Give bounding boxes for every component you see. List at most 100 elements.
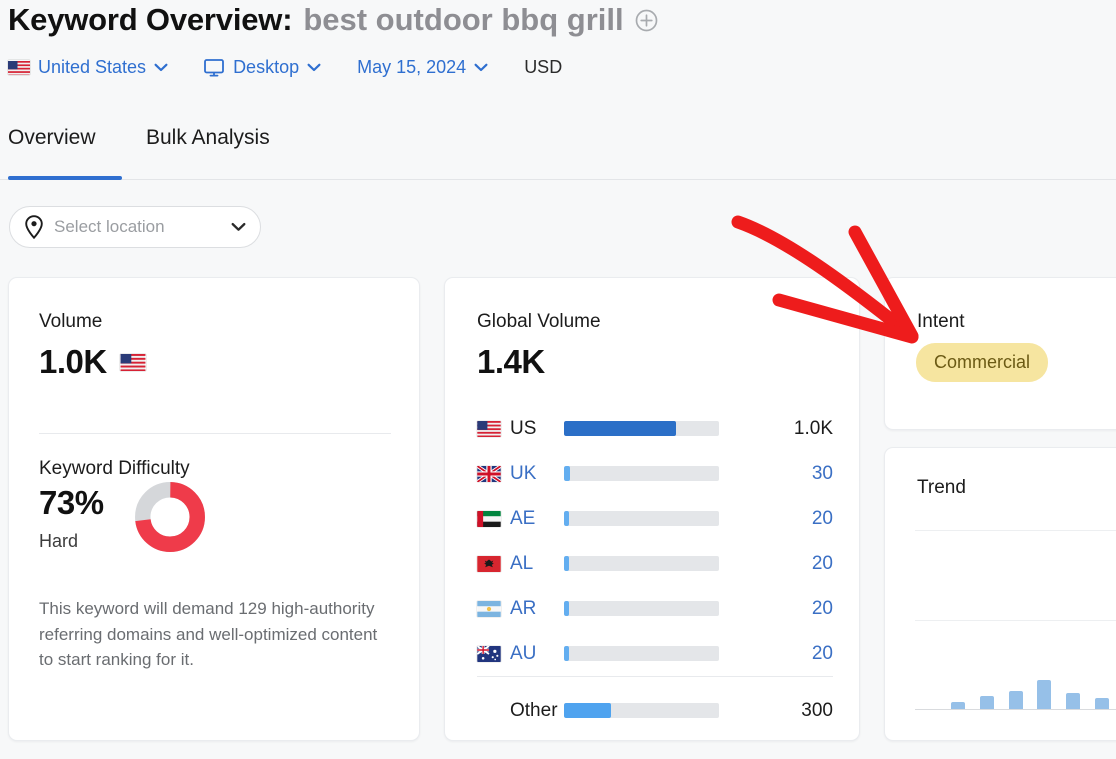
intent-card: Intent Commercial (884, 277, 1116, 430)
tab-bar: Overview Bulk Analysis (0, 126, 1116, 180)
chevron-down-icon (231, 222, 246, 232)
trend-bar-chart (915, 530, 1116, 710)
device-filter[interactable]: Desktop (204, 57, 321, 78)
tab-bulk-analysis[interactable]: Bulk Analysis (146, 126, 270, 168)
volume-value: 30 (811, 462, 833, 484)
keyword-difficulty-description: This keyword will demand 129 high-author… (39, 599, 378, 669)
global-volume-row[interactable]: AL 20 (477, 541, 833, 586)
country-code: AR (510, 597, 537, 619)
volume-value: 20 (811, 642, 833, 664)
volume-bar-track (564, 601, 719, 616)
volume-bar-fill (564, 703, 611, 718)
other-value: 300 (801, 699, 833, 721)
global-volume-other: Other 300 (477, 688, 833, 733)
currency-label: USD (524, 57, 562, 78)
volume-bar-track (564, 703, 719, 718)
trend-bar (1094, 698, 1109, 709)
volume-bar-fill (564, 421, 676, 436)
keyword-overview-page: Keyword Overview: best outdoor bbq grill (0, 0, 1116, 759)
country-filter-label: United States (38, 57, 147, 77)
intent-label: Intent (917, 311, 965, 332)
volume-bar-fill (564, 511, 569, 526)
page-title-prefix: Keyword Overview: (8, 2, 293, 37)
keyword-difficulty-value-block: 73% Hard (39, 486, 104, 552)
trend-bar (1066, 692, 1081, 709)
volume-bar-fill (564, 556, 569, 571)
country-code: AL (510, 552, 534, 574)
map-pin-icon (24, 215, 44, 239)
volume-bar-track (564, 556, 719, 571)
volume-value: 20 (811, 552, 833, 574)
us-flag-icon (8, 60, 30, 75)
global-volume-label: Global Volume (477, 311, 601, 332)
country-code: UK (510, 462, 537, 484)
volume-card-divider (39, 433, 391, 434)
volume-value: 20 (811, 597, 833, 619)
keyword-difficulty-value: 73% (39, 484, 104, 521)
page-title: Keyword Overview: best outdoor bbq grill (8, 2, 658, 38)
volume-value: 1.0K (793, 417, 833, 439)
chevron-down-icon (307, 63, 321, 72)
volume-label: Volume (39, 311, 103, 332)
trend-bar (1037, 680, 1052, 709)
global-volume-row[interactable]: AR 20 (477, 586, 833, 631)
global-volume-country-list: US 1.0K UK 30 AE 20 AL 20 AR 20 AU 20 (477, 406, 833, 676)
trend-bar (979, 696, 994, 709)
chevron-down-icon (154, 63, 168, 72)
global-volume-divider (477, 676, 833, 677)
global-volume-value: 1.4K (477, 343, 545, 380)
country-code: AU (510, 642, 537, 664)
filter-bar: United States Desktop May 15, 2024 USD (8, 57, 562, 78)
global-volume-row[interactable]: AU 20 (477, 631, 833, 676)
other-label: Other (510, 699, 558, 721)
ar-flag-icon (477, 600, 501, 617)
device-filter-label: Desktop (233, 57, 300, 77)
keyword-difficulty-label: Keyword Difficulty (39, 458, 190, 479)
volume-value-row: 1.0K (39, 343, 146, 381)
au-flag-icon (477, 645, 501, 662)
tab-active-indicator (8, 176, 122, 180)
select-location-dropdown[interactable]: Select location (9, 206, 261, 248)
volume-card: Volume 1.0K Keyword Difficulty 73% Hard … (8, 277, 420, 741)
currency-value: USD (524, 57, 563, 77)
volume-bar-track (564, 646, 719, 661)
keyword-difficulty-rating: Hard (39, 531, 79, 551)
us-flag-icon (477, 420, 501, 437)
trend-bar (1008, 691, 1023, 709)
volume-value: 1.0K (39, 343, 107, 380)
chart-gridline (915, 620, 1116, 621)
country-code: US (510, 417, 537, 439)
volume-value: 20 (811, 507, 833, 529)
intent-badge[interactable]: Commercial (916, 343, 1049, 382)
trend-bar (951, 701, 966, 709)
keyword-difficulty-donut-chart (134, 481, 206, 553)
country-code: AE (510, 507, 536, 529)
al-flag-icon (477, 555, 501, 572)
chart-gridline (915, 530, 1116, 531)
plus-circle-icon[interactable] (635, 9, 658, 32)
us-flag-icon (120, 353, 146, 371)
select-location-placeholder: Select location (54, 217, 165, 236)
date-filter[interactable]: May 15, 2024 (357, 57, 488, 78)
global-volume-row[interactable]: US 1.0K (477, 406, 833, 451)
volume-bar-fill (564, 466, 571, 481)
volume-bar-track (564, 511, 719, 526)
global-volume-card: Global Volume 1.4K US 1.0K UK 30 AE 20 AL 20 AR 2… (444, 277, 860, 741)
global-volume-row[interactable]: AE 20 (477, 496, 833, 541)
ae-flag-icon (477, 510, 501, 527)
country-filter[interactable]: United States (8, 57, 168, 78)
uk-flag-icon (477, 465, 501, 482)
trend-card: Trend (884, 447, 1116, 741)
trend-label: Trend (917, 477, 966, 498)
monitor-icon (204, 58, 224, 77)
volume-bar-fill (564, 646, 569, 661)
volume-bar-track (564, 421, 719, 436)
global-volume-other-row: Other 300 (477, 688, 833, 733)
chart-baseline (915, 709, 1116, 710)
global-volume-row[interactable]: UK 30 (477, 451, 833, 496)
tab-overview[interactable]: Overview (8, 126, 96, 168)
chevron-down-icon (474, 63, 488, 72)
page-title-keyword: best outdoor bbq grill (303, 2, 624, 37)
date-filter-label: May 15, 2024 (357, 57, 467, 77)
